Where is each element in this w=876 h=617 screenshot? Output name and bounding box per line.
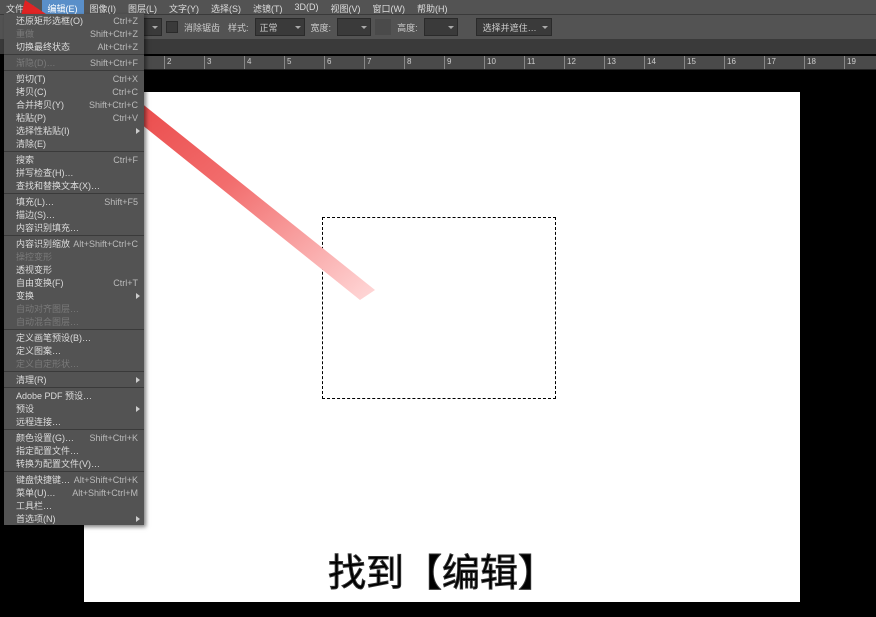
width-label: 宽度: [309,21,334,34]
menu-item[interactable]: 键盘快捷键…Alt+Shift+Ctrl+K [4,473,144,486]
menu-item[interactable]: 远程连接… [4,415,144,428]
menu-item[interactable]: 清理(R) [4,373,144,386]
menu-item: 操控变形 [4,250,144,263]
menu-file[interactable]: 文件(F) [0,0,42,14]
ruler-tick: 10 [484,56,524,69]
menu-help[interactable]: 帮助(H) [411,0,454,14]
menu-item[interactable]: 选择性粘贴(I) [4,124,144,137]
menu-item[interactable]: 搜索Ctrl+F [4,153,144,166]
menu-item[interactable]: 合并拷贝(Y)Shift+Ctrl+C [4,98,144,111]
menu-view[interactable]: 视图(V) [325,0,367,14]
menu-item[interactable]: 拼写检查(H)… [4,166,144,179]
swap-wh-icon[interactable] [375,19,391,35]
ruler-tick: 18 [804,56,844,69]
instruction-caption: 找到【编辑】 [328,542,556,597]
menu-item[interactable]: 预设 [4,402,144,415]
ruler-tick: 17 [764,56,804,69]
menu-edit[interactable]: 编辑(E) [42,0,84,14]
menu-item[interactable]: 拷贝(C)Ctrl+C [4,85,144,98]
menu-item[interactable]: 定义图案… [4,344,144,357]
menu-item[interactable]: 内容识别缩放Alt+Shift+Ctrl+C [4,237,144,250]
menu-item[interactable]: 填充(L)…Shift+F5 [4,195,144,208]
width-input[interactable] [337,18,371,36]
document-canvas[interactable]: 找到【编辑】 [84,92,800,602]
menu-item[interactable]: 自由变换(F)Ctrl+T [4,276,144,289]
menu-type[interactable]: 文字(Y) [163,0,205,14]
menu-item[interactable]: 还原矩形选框(O)Ctrl+Z [4,14,144,27]
menu-item[interactable]: 切换最终状态Alt+Ctrl+Z [4,40,144,53]
ruler-tick: 5 [284,56,324,69]
ruler-tick: 8 [404,56,444,69]
menu-filter[interactable]: 滤镜(T) [247,0,289,14]
ruler-tick: 3 [204,56,244,69]
menu-item: 渐隐(D)…Shift+Ctrl+F [4,56,144,69]
menu-item[interactable]: 工具栏… [4,499,144,512]
ruler-tick: 11 [524,56,564,69]
menu-3d[interactable]: 3D(D) [289,0,325,14]
menu-item: 自动混合图层… [4,315,144,328]
menu-item[interactable]: 透视变形 [4,263,144,276]
antialias-label: 消除锯齿 [182,21,222,34]
style-label: 样式: [226,21,251,34]
ruler-tick: 7 [364,56,404,69]
menu-item[interactable]: 颜色设置(G)…Shift+Ctrl+K [4,431,144,444]
ruler-tick: 4 [244,56,284,69]
menu-item[interactable]: 查找和替换文本(X)… [4,179,144,192]
menu-item[interactable]: 内容识别填充… [4,221,144,234]
ruler-tick: 19 [844,56,876,69]
menu-item[interactable]: 首选项(N) [4,512,144,525]
menu-window[interactable]: 窗口(W) [367,0,412,14]
menu-item[interactable]: 描边(S)… [4,208,144,221]
ruler-tick: 13 [604,56,644,69]
style-select[interactable]: 正常 [255,18,305,36]
refine-edge-button[interactable]: 选择并遮住… [476,18,552,36]
menu-item[interactable]: Adobe PDF 预设… [4,389,144,402]
menu-image[interactable]: 图像(I) [84,0,123,14]
menu-item: 自动对齐图层… [4,302,144,315]
menu-item[interactable]: 清除(E) [4,137,144,150]
antialias-checkbox[interactable] [166,21,178,33]
menu-item[interactable]: 菜单(U)…Alt+Shift+Ctrl+M [4,486,144,499]
ruler-tick: 6 [324,56,364,69]
menu-item[interactable]: 变换 [4,289,144,302]
menu-item[interactable]: 指定配置文件… [4,444,144,457]
menu-item[interactable]: 转换为配置文件(V)… [4,457,144,470]
height-label: 高度: [395,21,420,34]
menu-select[interactable]: 选择(S) [205,0,247,14]
marquee-selection[interactable] [322,217,556,399]
ruler-tick: 15 [684,56,724,69]
menu-item: 定义自定形状… [4,357,144,370]
menu-item[interactable]: 粘贴(P)Ctrl+V [4,111,144,124]
menu-item: 重做Shift+Ctrl+Z [4,27,144,40]
menubar: 文件(F) 编辑(E) 图像(I) 图层(L) 文字(Y) 选择(S) 滤镜(T… [0,0,876,14]
ruler-tick: 16 [724,56,764,69]
ruler-tick: 2 [164,56,204,69]
edit-menu-dropdown: 还原矩形选框(O)Ctrl+Z重做Shift+Ctrl+Z切换最终状态Alt+C… [4,14,144,525]
ruler-tick: 9 [444,56,484,69]
menu-item[interactable]: 剪切(T)Ctrl+X [4,72,144,85]
menu-item[interactable]: 定义画笔预设(B)… [4,331,144,344]
ruler-tick: 12 [564,56,604,69]
height-input[interactable] [424,18,458,36]
ruler-tick: 14 [644,56,684,69]
menu-layer[interactable]: 图层(L) [122,0,163,14]
